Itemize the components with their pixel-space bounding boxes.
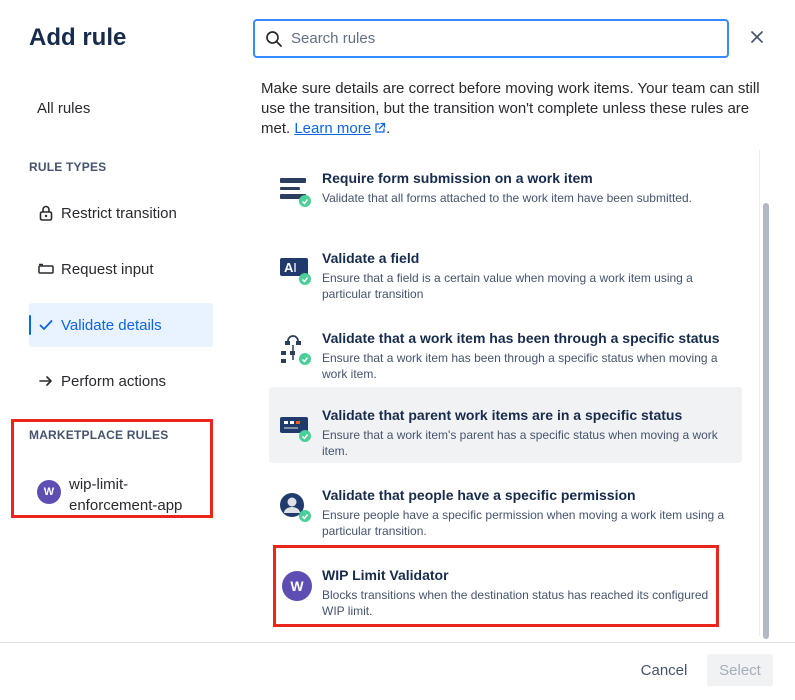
rules-description: Make sure details are correct before mov… — [261, 79, 761, 140]
rule-item-people-permission[interactable]: Validate that people have a specific per… — [269, 467, 742, 543]
rule-title: Validate that parent work items are in a… — [322, 407, 683, 423]
all-rules-link[interactable]: All rules — [37, 100, 90, 117]
parent-status-icon — [279, 411, 311, 443]
checkmark-icon — [37, 316, 55, 334]
cancel-button[interactable]: Cancel — [633, 654, 695, 686]
rule-description: Validate that all forms attached to the … — [322, 191, 692, 205]
status-flow-icon — [279, 334, 311, 366]
nav-restrict-transition[interactable]: Restrict transition — [29, 191, 213, 235]
external-link-icon — [374, 120, 386, 140]
scrollbar-thumb[interactable] — [763, 203, 769, 639]
nav-label: Restrict transition — [61, 204, 177, 222]
nav-request-input[interactable]: Request input — [29, 247, 213, 291]
rule-item-parent-status[interactable]: Validate that parent work items are in a… — [269, 387, 742, 463]
search-field[interactable] — [253, 19, 729, 58]
nav-label: Request input — [61, 260, 154, 278]
nav-validate-details[interactable]: Validate details — [29, 303, 213, 347]
svg-text:A: A — [284, 260, 294, 275]
search-icon — [265, 30, 283, 48]
rule-title: Require form submission on a work item — [322, 170, 593, 186]
arrow-right-icon — [37, 372, 55, 390]
select-button[interactable]: Select — [707, 654, 773, 686]
search-input[interactable] — [291, 30, 691, 47]
nav-label: Perform actions — [61, 372, 167, 390]
close-button[interactable] — [745, 27, 769, 51]
nav-label: Validate details — [61, 316, 162, 334]
rule-item-status-history[interactable]: Validate that a work item has been throu… — [269, 310, 742, 386]
nav-perform-actions[interactable]: Perform actions — [29, 359, 213, 403]
marketplace-item-label: wip-limit-enforcement-app — [69, 476, 183, 514]
description-suffix: . — [386, 120, 391, 137]
input-box-icon — [37, 260, 55, 278]
rule-description: Ensure that a field is a certain value w… — [322, 271, 693, 301]
marketplace-rules-heading: MARKETPLACE RULES — [29, 428, 169, 442]
lock-icon — [37, 204, 55, 222]
wip-highlight-box — [273, 545, 719, 627]
rule-title: Validate that a work item has been throu… — [322, 330, 720, 346]
marketplace-item-wip-limit[interactable]: W wip-limit-enforcement-app — [37, 474, 199, 516]
rule-description: Ensure people have a specific permission… — [322, 508, 725, 538]
rule-title: Validate that people have a specific per… — [322, 487, 636, 503]
form-icon — [279, 176, 311, 208]
rule-description: Ensure that a work item's parent has a s… — [322, 428, 718, 458]
close-icon — [750, 30, 764, 49]
add-rule-dialog: Add rule All rules RULE TYPES Restrict t… — [0, 0, 795, 700]
rule-item-validate-field[interactable]: A Validate a field Ensure that a field i… — [269, 230, 742, 306]
dialog-title: Add rule — [29, 24, 127, 51]
person-permission-icon — [279, 491, 311, 523]
field-icon: A — [279, 254, 311, 286]
rule-types-heading: RULE TYPES — [29, 160, 107, 174]
rule-item-form-submission[interactable]: Require form submission on a work item V… — [269, 150, 742, 226]
app-avatar: W — [37, 480, 61, 504]
rule-description: Ensure that a work item has been through… — [322, 351, 718, 381]
learn-more-link[interactable]: Learn more — [294, 120, 371, 137]
rule-title: Validate a field — [322, 250, 420, 266]
